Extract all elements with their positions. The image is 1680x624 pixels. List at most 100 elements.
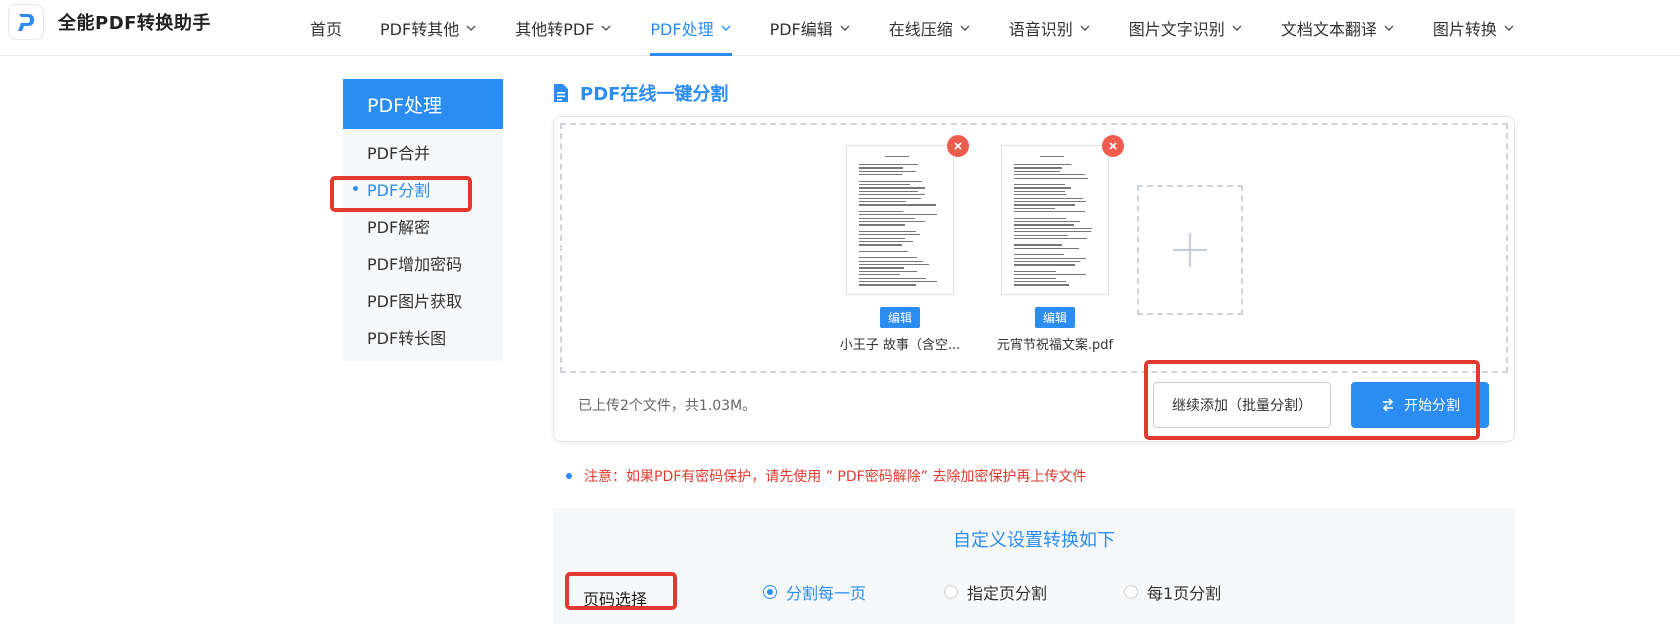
nav-item-pdf-edit[interactable]: PDF编辑	[770, 0, 851, 56]
file-drop-area[interactable]: 编辑 小王子 故事（含空... 编辑 元宵节祝福文案.pdf	[560, 123, 1508, 373]
thumb-text-line	[859, 257, 917, 259]
thumb-text-line	[1014, 197, 1083, 199]
remove-file-icon[interactable]	[947, 135, 969, 157]
app-logo-icon	[8, 4, 44, 40]
highlight-box-page-selection	[565, 572, 677, 610]
thumb-text-line	[1014, 204, 1075, 206]
sidebar-item-pdf-merge[interactable]: PDF合并	[343, 133, 503, 170]
thumb-text-line	[1014, 187, 1071, 189]
thumb-heading-line	[1040, 156, 1064, 158]
thumb-text-line	[1014, 174, 1085, 176]
nav-label: PDF转其他	[380, 20, 460, 39]
thumb-text-line	[1014, 281, 1066, 283]
chevron-down-icon	[1504, 25, 1514, 31]
file-thumbnail[interactable]	[846, 145, 954, 295]
logo[interactable]: 全能PDF转换助手	[8, 4, 211, 40]
thumb-text-line	[859, 284, 916, 286]
radio-split-every-page[interactable]: 分割每一页	[763, 580, 866, 604]
thumb-text-line	[1014, 264, 1075, 266]
nav-item-speech-recognition[interactable]: 语音识别	[1009, 0, 1091, 56]
nav-item-image-convert[interactable]: 图片转换	[1433, 0, 1515, 56]
edit-file-button[interactable]: 编辑	[879, 307, 920, 328]
chevron-down-icon	[1232, 25, 1242, 31]
nav-item-pdf-to-other[interactable]: PDF转其他	[380, 0, 477, 56]
nav-label: 图片转换	[1432, 20, 1497, 39]
thumb-text-line	[1014, 224, 1074, 226]
sidebar-title: PDF处理	[343, 79, 503, 129]
thumb-text-line	[859, 184, 910, 186]
chevron-down-icon	[601, 25, 611, 31]
thumb-text-line	[859, 244, 902, 246]
thumb-text-line	[1014, 164, 1071, 166]
settings-panel: 自定义设置转换如下 页码选择 分割每一页 指定页分割 每1页分割	[553, 508, 1515, 624]
nav-label: 文档文本翻译	[1280, 20, 1377, 39]
nav-label: 在线压缩	[888, 20, 953, 39]
nav-label: PDF处理	[650, 20, 714, 39]
chevron-down-icon	[466, 25, 476, 31]
nav-item-doc-translate[interactable]: 文档文本翻译	[1281, 0, 1395, 56]
thumb-text-line	[1014, 221, 1080, 223]
sidebar-item-pdf-image-extract[interactable]: PDF图片获取	[343, 281, 503, 318]
thumb-text-line	[859, 230, 916, 233]
thumb-text-line	[859, 214, 937, 216]
thumb-text-line	[859, 190, 918, 193]
page-title: PDF在线一键分割	[552, 80, 728, 106]
file-name: 小王子 故事（含空...	[839, 338, 961, 353]
thumb-text-line	[1014, 167, 1062, 169]
thumb-text-line	[1014, 234, 1068, 236]
thumb-text-line	[1014, 244, 1062, 246]
thumb-text-line	[859, 204, 936, 206]
nav-item-other-to-pdf[interactable]: 其他转PDF	[515, 0, 612, 56]
highlight-box-sidebar	[330, 176, 472, 212]
sidebar-item-label: PDF转长图	[367, 328, 447, 348]
radio-split-every-n-pages[interactable]: 每1页分割	[1124, 580, 1221, 604]
thumb-text-line	[1014, 270, 1056, 273]
nav-label: 图片文字识别	[1128, 20, 1225, 39]
thumb-text-line	[859, 277, 926, 279]
sidebar-item-pdf-decrypt[interactable]: PDF解密	[343, 207, 503, 244]
nav-item-image-ocr[interactable]: 图片文字识别	[1129, 0, 1243, 56]
file-item: 编辑 元宵节祝福文案.pdf	[997, 135, 1124, 353]
bullet-icon	[566, 473, 572, 479]
thumb-text-line	[859, 167, 903, 169]
sidebar-list: PDF合并 PDF分割 PDF解密 PDF增加密码 PDF图片获取 PDF转长图	[343, 129, 503, 361]
edit-file-button[interactable]: 编辑	[1034, 307, 1075, 328]
remove-file-icon[interactable]	[1102, 135, 1124, 157]
thumb-text-line	[859, 241, 913, 243]
radio-unchecked-icon	[944, 585, 958, 599]
thumb-text-line	[1014, 247, 1079, 250]
file-item: 编辑 小王子 故事（含空...	[840, 135, 969, 353]
thumb-text-line	[859, 174, 902, 176]
thumb-text-line	[859, 274, 900, 276]
sidebar-item-pdf-add-password[interactable]: PDF增加密码	[343, 244, 503, 281]
sidebar-item-pdf-to-long-image[interactable]: PDF转长图	[343, 318, 503, 355]
thumb-text-line	[1014, 227, 1092, 230]
nav-item-online-compress[interactable]: 在线压缩	[889, 0, 971, 56]
document-icon	[554, 84, 568, 102]
sidebar-item-label: PDF合并	[367, 143, 431, 163]
nav-label: 其他转PDF	[515, 20, 595, 39]
settings-title: 自定义设置转换如下	[953, 530, 1115, 551]
thumb-text-line	[859, 194, 925, 196]
brand-name: 全能PDF转换助手	[58, 13, 211, 34]
thumb-text-line	[1014, 257, 1086, 259]
thumb-heading-line	[885, 156, 909, 158]
sidebar-item-label: PDF解密	[367, 217, 431, 237]
thumb-text-line	[1014, 201, 1086, 203]
thumb-text-line	[859, 237, 905, 239]
radio-label: 每1页分割	[1147, 584, 1222, 603]
thumb-text-line	[1014, 190, 1065, 193]
chevron-down-icon	[1080, 25, 1090, 31]
thumb-text-line	[1014, 184, 1065, 186]
thumb-text-line	[859, 260, 923, 262]
radio-split-specified-pages[interactable]: 指定页分割	[944, 580, 1047, 604]
thumb-text-line	[1014, 211, 1085, 213]
thumb-text-line	[859, 197, 921, 199]
chevron-down-icon	[1384, 25, 1394, 31]
file-thumbnail[interactable]	[1001, 145, 1109, 295]
add-file-button[interactable]	[1137, 185, 1243, 315]
nav-item-home[interactable]: 首页	[310, 0, 342, 56]
thumb-text-line	[1014, 194, 1066, 196]
nav-label: 语音识别	[1008, 20, 1073, 39]
nav-item-pdf-processing[interactable]: PDF处理	[650, 0, 732, 56]
